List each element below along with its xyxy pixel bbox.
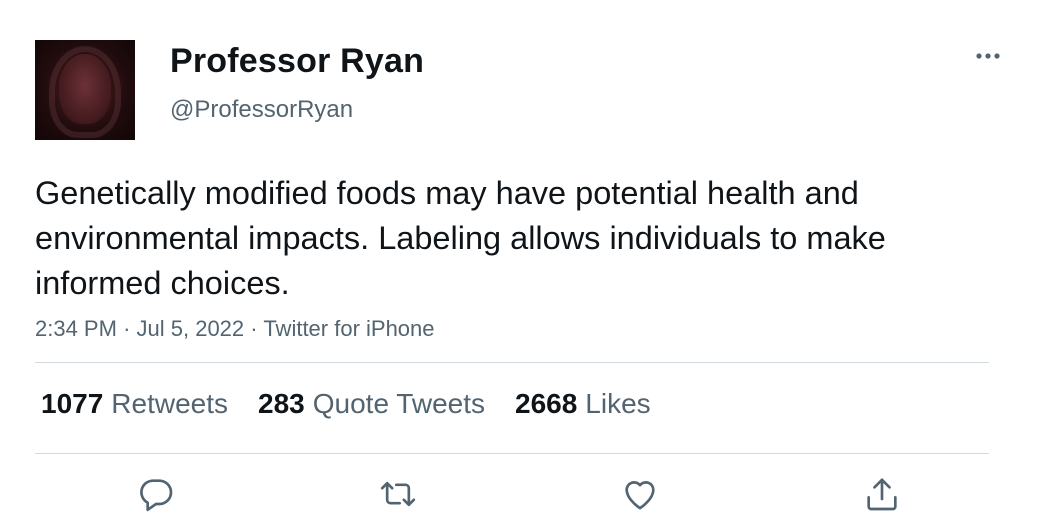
tweet-meta: 2:34 PM · Jul 5, 2022 · Twitter for iPho… bbox=[35, 316, 435, 342]
tweet-text: Genetically modified foods may have pote… bbox=[35, 175, 886, 301]
likes-label: Likes bbox=[585, 388, 651, 419]
display-name[interactable]: Professor Ryan bbox=[170, 42, 424, 81]
more-options-icon[interactable] bbox=[974, 46, 1002, 66]
retweets-count: 1077 bbox=[41, 388, 104, 419]
user-handle[interactable]: @ProfessorRyan bbox=[170, 96, 353, 124]
retweet-icon[interactable] bbox=[378, 474, 418, 514]
tweet-card: Professor Ryan @ProfessorRyan Geneticall… bbox=[0, 0, 1050, 525]
heart-icon[interactable] bbox=[620, 474, 660, 514]
likes-stat[interactable]: 2668 Likes bbox=[515, 388, 651, 420]
meta-separator: · bbox=[123, 316, 131, 341]
meta-separator: · bbox=[250, 316, 258, 341]
quote-tweets-stat[interactable]: 283 Quote Tweets bbox=[258, 388, 485, 420]
quote-tweets-label: Quote Tweets bbox=[312, 388, 485, 419]
tweet-date[interactable]: Jul 5, 2022 bbox=[137, 316, 245, 341]
retweets-stat[interactable]: 1077 Retweets bbox=[41, 388, 228, 420]
share-icon[interactable] bbox=[862, 474, 902, 514]
avatar-face bbox=[59, 54, 111, 124]
avatar[interactable] bbox=[35, 40, 135, 140]
likes-count: 2668 bbox=[515, 388, 578, 419]
divider bbox=[35, 453, 989, 454]
tweet-time[interactable]: 2:34 PM bbox=[35, 316, 117, 341]
quote-tweets-count: 283 bbox=[258, 388, 305, 419]
divider bbox=[35, 362, 989, 363]
reply-icon[interactable] bbox=[136, 474, 176, 514]
tweet-stats: 1077 Retweets 283 Quote Tweets 2668 Likes bbox=[41, 388, 651, 420]
action-bar bbox=[0, 474, 1050, 518]
retweets-label: Retweets bbox=[111, 388, 229, 419]
tweet-source[interactable]: Twitter for iPhone bbox=[263, 316, 434, 341]
